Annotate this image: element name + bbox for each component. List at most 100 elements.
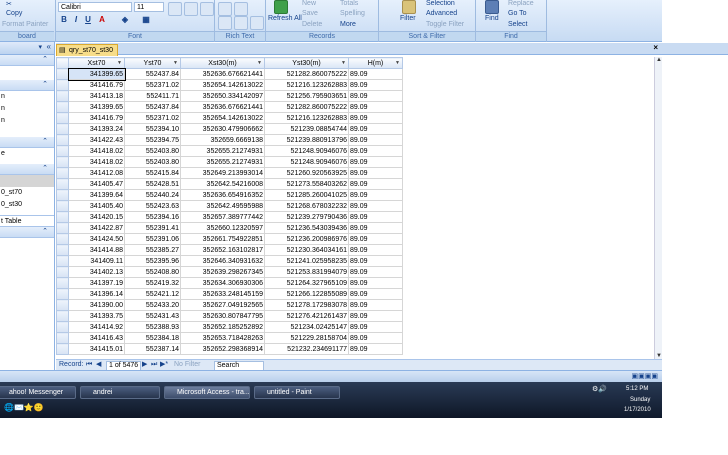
table-row[interactable]: 341415.01 552387.14 352652.298368914 521232… [56,343,403,355]
table-cell[interactable]: 552415.84 [124,167,181,179]
table-cell[interactable]: 521282.860075222 [264,101,349,113]
row-selector[interactable] [56,145,69,157]
table-cell[interactable]: 552403.80 [124,156,181,168]
font-color-icon[interactable]: A [97,15,107,25]
task-button[interactable]: untitled - Paint [254,386,340,399]
table-cell[interactable]: 341412.08 [68,167,125,179]
collapse-icon[interactable]: ⌃ [42,227,48,235]
select-button[interactable]: Select [508,21,527,28]
nav-item[interactable]: e [0,148,54,160]
row-selector[interactable] [56,68,69,80]
table-cell[interactable]: 352630.807847795 [180,310,265,322]
table-cell[interactable]: 552431.43 [124,310,181,322]
table-cell[interactable]: 89.09 [348,112,403,124]
collapse-icon[interactable]: ⌃ [42,164,48,172]
delete-record-button[interactable]: Delete [302,21,322,28]
collapse-icon[interactable]: ⌃ [42,80,48,88]
table-cell[interactable]: 552394.16 [124,211,181,223]
table-row[interactable]: 341399.65 552437.84 352636.676621441 521282… [56,67,403,81]
nav-item[interactable]: n [0,91,54,103]
prev-record-icon[interactable]: ◀ [96,360,101,370]
table-cell[interactable]: 352652.298368914 [180,343,265,355]
table-cell[interactable]: 521264.327965109 [264,277,349,289]
table-row[interactable]: 341424.50 552391.06 352661.754922851 521236… [56,233,403,245]
table-cell[interactable]: 89.09 [348,68,403,80]
row-selector[interactable] [56,310,69,322]
nav-group-header[interactable]: ⌃ [0,80,54,91]
table-cell[interactable]: 341399.64 [68,189,125,201]
row-selector[interactable] [56,277,69,289]
table-row[interactable]: 341405.40 552423.63 352642.49595988 521268.… [56,200,403,212]
table-cell[interactable]: 552408.80 [124,266,181,278]
select-all-cell[interactable] [56,57,69,69]
table-cell[interactable]: 352654.142613022 [180,79,265,91]
highlight-icon[interactable] [250,16,264,30]
table-cell[interactable]: 552395.96 [124,255,181,267]
table-row[interactable]: 341420.15 552394.16 352657.389777442 521239… [56,211,403,223]
table-cell[interactable]: 521256.795903651 [264,90,349,102]
row-selector[interactable] [56,189,69,201]
table-cell[interactable]: 341399.65 [68,101,125,113]
table-cell[interactable]: 552423.63 [124,200,181,212]
row-selector[interactable] [56,167,69,179]
dropdown-arrow-icon[interactable]: ▼ [117,60,122,66]
table-cell[interactable]: 521273.558403262 [264,178,349,190]
format-painter-button[interactable]: Format Painter [2,21,48,28]
nav-item[interactable]: t Table [0,215,54,227]
table-cell[interactable]: 89.09 [348,277,403,289]
fill-color-icon[interactable]: ◈ [120,15,130,25]
align-left-icon[interactable] [168,2,182,16]
table-cell[interactable]: 521241.025958235 [264,255,349,267]
column-header-xst70[interactable]: Xst70 ▼ [68,57,125,69]
table-cell[interactable]: 341415.01 [68,343,125,355]
table-cell[interactable]: 341390.00 [68,299,125,311]
table-cell[interactable]: 521260.920563925 [264,167,349,179]
row-selector[interactable] [56,123,69,135]
filter-icon[interactable] [402,0,416,14]
row-selector[interactable] [56,101,69,113]
table-cell[interactable]: 552403.80 [124,145,181,157]
table-cell[interactable]: 352655.21274931 [180,145,265,157]
italic-button[interactable]: I [71,15,81,25]
table-cell[interactable]: 521266.122855089 [264,288,349,300]
align-center-icon[interactable] [184,2,198,16]
collapse-icon[interactable]: ⌃ [42,55,48,63]
table-cell[interactable]: 352634.306930306 [180,277,265,289]
table-row[interactable]: 341414.92 552388.93 352652.185252892 521234… [56,321,403,333]
selection-button[interactable]: Selection [426,0,455,7]
row-selector[interactable] [56,288,69,300]
quick-launch-icons[interactable]: 🌐✉️⭐🙂 [4,403,44,412]
find-button[interactable]: Find [485,15,499,22]
nav-item[interactable]: n [0,115,54,127]
row-selector[interactable] [56,255,69,267]
row-selector[interactable] [56,134,69,146]
more-button[interactable]: More [340,21,356,28]
dropdown-arrow-icon[interactable]: ▼ [257,60,262,66]
table-cell[interactable]: 89.09 [348,167,403,179]
row-selector[interactable] [56,156,69,168]
table-cell[interactable]: 521216.123262883 [264,112,349,124]
table-cell[interactable]: 352633.248145159 [180,288,265,300]
spelling-button[interactable]: Spelling [340,10,365,17]
first-record-icon[interactable]: ⏮ [86,360,92,370]
row-selector[interactable] [56,112,69,124]
table-row[interactable]: 341416.79 552371.02 352654.142613022 521216… [56,79,403,91]
table-cell[interactable]: 89.09 [348,233,403,245]
table-cell[interactable]: 552411.71 [124,90,181,102]
table-cell[interactable]: 352639.298267345 [180,266,265,278]
table-cell[interactable]: 341393.24 [68,123,125,135]
table-row[interactable]: 341412.08 552415.84 352649.213993014 521260… [56,167,403,179]
view-switcher-icon[interactable]: ▣▣▣▣ [632,372,658,380]
table-cell[interactable]: 352650.334142097 [180,90,265,102]
table-cell[interactable]: 521285.260041025 [264,189,349,201]
table-cell[interactable]: 341393.75 [68,310,125,322]
table-cell[interactable]: 341414.88 [68,244,125,256]
table-cell[interactable]: 89.09 [348,244,403,256]
row-selector[interactable] [56,200,69,212]
chevron-down-icon[interactable]: ▾ [38,43,42,51]
table-cell[interactable]: 521253.831994079 [264,266,349,278]
table-cell[interactable]: 521239.880913796 [264,134,349,146]
table-cell[interactable]: 341416.43 [68,332,125,344]
table-row[interactable]: 341396.14 552421.12 352633.248145159 521266… [56,288,403,300]
row-selector[interactable] [56,299,69,311]
